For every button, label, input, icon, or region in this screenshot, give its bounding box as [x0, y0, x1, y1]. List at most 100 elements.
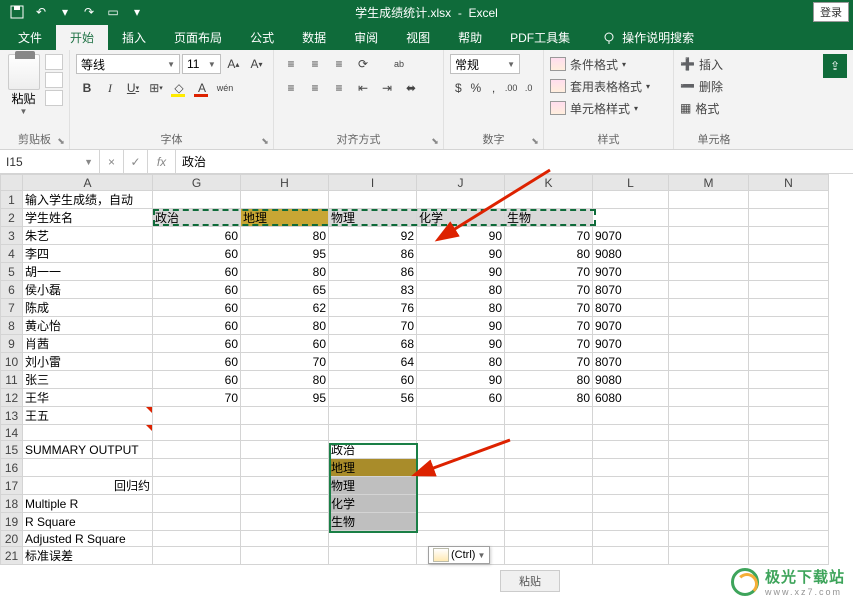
tell-me-search[interactable]: 操作说明搜索 — [592, 25, 704, 50]
qat-more-icon[interactable]: ▾ — [126, 1, 148, 23]
row-header[interactable]: 7 — [1, 299, 23, 317]
cell[interactable]: 朱艺 — [23, 227, 153, 245]
col-header[interactable]: H — [241, 175, 329, 191]
row-header[interactable]: 9 — [1, 335, 23, 353]
orientation-icon[interactable]: ⟳ — [352, 54, 374, 74]
col-header[interactable]: L — [593, 175, 669, 191]
tab-help[interactable]: 帮助 — [444, 25, 496, 50]
col-header[interactable]: A — [23, 175, 153, 191]
phonetic-button[interactable]: wén — [214, 78, 236, 98]
align-middle-icon[interactable]: ≡ — [304, 54, 326, 74]
row-header[interactable]: 18 — [1, 495, 23, 513]
col-header[interactable]: N — [749, 175, 829, 191]
row-header[interactable]: 16 — [1, 459, 23, 477]
col-header[interactable]: K — [505, 175, 593, 191]
merge-center-button[interactable]: ⬌ — [400, 78, 422, 98]
increase-font-icon[interactable]: A▴ — [223, 54, 244, 74]
redo-dropdown-icon[interactable]: ▾ — [54, 1, 76, 23]
font-color-button[interactable]: A — [191, 78, 213, 98]
align-center-icon[interactable]: ≡ — [304, 78, 326, 98]
paste-options-popup[interactable]: (Ctrl) ▼ — [428, 546, 490, 564]
row-header[interactable]: 20 — [1, 531, 23, 547]
save-icon[interactable] — [6, 1, 28, 23]
wrap-text-button[interactable]: ab — [388, 54, 410, 74]
tab-formulas[interactable]: 公式 — [236, 25, 288, 50]
login-button[interactable]: 登录 — [813, 2, 849, 22]
row-header[interactable]: 4 — [1, 245, 23, 263]
cell[interactable]: 化学 — [417, 209, 505, 227]
row-header[interactable]: 17 — [1, 477, 23, 495]
cell[interactable]: 地理 — [241, 209, 329, 227]
tab-pdf[interactable]: PDF工具集 — [496, 25, 584, 50]
row-header[interactable]: 15 — [1, 441, 23, 459]
font-name-combo[interactable]: 等线▼ — [76, 54, 180, 74]
clipboard-launcher[interactable]: ⬊ — [55, 135, 67, 147]
tab-view[interactable]: 视图 — [392, 25, 444, 50]
formula-input[interactable]: 政治 — [176, 150, 853, 173]
row-header[interactable]: 11 — [1, 371, 23, 389]
decrease-font-icon[interactable]: A▾ — [246, 54, 267, 74]
cell[interactable]: 生物 — [505, 209, 593, 227]
copy-icon[interactable] — [45, 72, 63, 88]
font-size-combo[interactable]: 11▼ — [182, 54, 221, 74]
cell[interactable]: 输入学生成绩，自动 — [23, 191, 153, 209]
accept-formula-icon[interactable]: ✓ — [124, 150, 148, 173]
align-left-icon[interactable]: ≡ — [280, 78, 302, 98]
cell[interactable]: 学生姓名 — [23, 209, 153, 227]
cell[interactable]: 物理 — [329, 209, 417, 227]
tab-review[interactable]: 审阅 — [340, 25, 392, 50]
row-header[interactable]: 8 — [1, 317, 23, 335]
tab-layout[interactable]: 页面布局 — [160, 25, 236, 50]
underline-button[interactable]: U▾ — [122, 78, 144, 98]
tab-insert[interactable]: 插入 — [108, 25, 160, 50]
row-header[interactable]: 2 — [1, 209, 23, 227]
align-launcher[interactable]: ⬊ — [429, 135, 441, 147]
col-header[interactable]: G — [153, 175, 241, 191]
row-header[interactable]: 21 — [1, 547, 23, 565]
row-header[interactable]: 13 — [1, 407, 23, 425]
tab-home[interactable]: 开始 — [56, 25, 108, 50]
decrease-indent-icon[interactable]: ⇤ — [352, 78, 374, 98]
format-table-button[interactable]: 套用表格格式▾ — [550, 76, 667, 96]
share-button[interactable]: ⇪ — [823, 54, 847, 78]
row-header[interactable]: 12 — [1, 389, 23, 407]
cell[interactable]: 政治 — [153, 209, 241, 227]
row-header[interactable]: 14 — [1, 425, 23, 441]
cut-icon[interactable] — [45, 54, 63, 70]
undo-icon[interactable]: ↶ — [30, 1, 52, 23]
number-launcher[interactable]: ⬊ — [529, 135, 541, 147]
increase-decimal-icon[interactable]: .00 — [503, 78, 520, 98]
increase-indent-icon[interactable]: ⇥ — [376, 78, 398, 98]
col-header[interactable]: J — [417, 175, 505, 191]
italic-button[interactable]: I — [99, 78, 121, 98]
name-box[interactable]: I15▼ — [0, 150, 100, 173]
align-bottom-icon[interactable]: ≡ — [328, 54, 350, 74]
percent-format-icon[interactable]: % — [468, 78, 485, 98]
cell-styles-button[interactable]: 单元格样式▾ — [550, 98, 667, 118]
col-header[interactable]: M — [669, 175, 749, 191]
conditional-format-button[interactable]: 条件格式▾ — [550, 54, 667, 74]
row-header[interactable]: 5 — [1, 263, 23, 281]
border-button[interactable]: ⊞▾ — [145, 78, 167, 98]
row-header[interactable]: 19 — [1, 513, 23, 531]
insert-cells-button[interactable]: ➕插入 — [680, 54, 748, 74]
bold-button[interactable]: B — [76, 78, 98, 98]
tab-file[interactable]: 文件 — [4, 25, 56, 50]
select-all-corner[interactable] — [1, 175, 23, 191]
row-header[interactable]: 6 — [1, 281, 23, 299]
row-header[interactable]: 10 — [1, 353, 23, 371]
delete-cells-button[interactable]: ➖删除 — [680, 76, 748, 96]
fx-icon[interactable]: fx — [148, 150, 176, 173]
row-header[interactable]: 1 — [1, 191, 23, 209]
cancel-formula-icon[interactable]: × — [100, 150, 124, 173]
redo-icon[interactable]: ↷ — [78, 1, 100, 23]
col-header[interactable]: I — [329, 175, 417, 191]
number-format-combo[interactable]: 常规▼ — [450, 54, 520, 74]
align-right-icon[interactable]: ≡ — [328, 78, 350, 98]
accounting-format-icon[interactable]: $ — [450, 78, 467, 98]
format-cells-button[interactable]: ▦格式 — [680, 98, 748, 118]
row-header[interactable]: 3 — [1, 227, 23, 245]
spreadsheet-grid[interactable]: A G H I J K L M N 1输入学生成绩，自动 2学生姓名政治地理物理… — [0, 174, 853, 604]
comma-format-icon[interactable]: , — [485, 78, 502, 98]
touch-icon[interactable]: ▭ — [102, 1, 124, 23]
